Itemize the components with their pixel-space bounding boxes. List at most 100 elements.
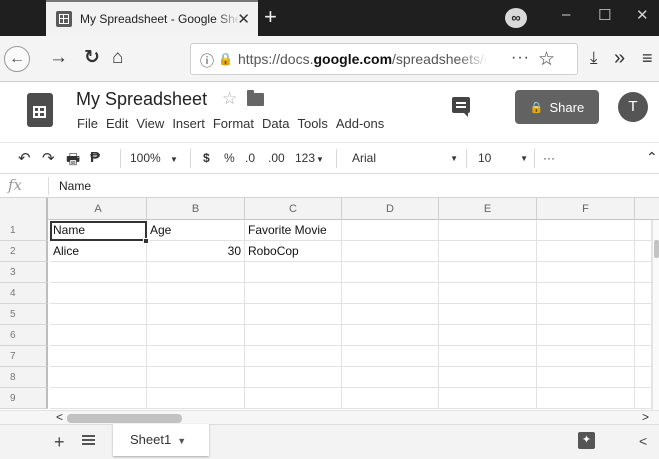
site-info-icon[interactable]: ⓘ [200, 51, 214, 71]
row-header-8[interactable]: 8 [0, 367, 48, 388]
cell-c7[interactable] [245, 346, 342, 367]
cell-a4[interactable] [50, 283, 147, 304]
row-header-3[interactable]: 3 [0, 262, 48, 283]
print-icon[interactable]: 🖶 [66, 149, 80, 174]
download-icon[interactable]: ⤓ [590, 48, 598, 68]
cell-c9[interactable] [245, 388, 342, 409]
select-all-corner[interactable] [0, 198, 48, 220]
row-header-7[interactable]: 7 [0, 346, 48, 367]
cell-g7[interactable] [635, 346, 652, 367]
row-header-5[interactable]: 5 [0, 304, 48, 325]
browser-tab[interactable]: My Spreadsheet - Google Sheets ✕ [46, 0, 258, 36]
more-formats-select[interactable]: 123▼ [295, 151, 324, 165]
sheets-logo-icon[interactable] [27, 93, 53, 127]
cell-g1[interactable] [635, 220, 652, 241]
comments-icon[interactable] [452, 97, 470, 117]
cell-e3[interactable] [439, 262, 537, 283]
account-avatar[interactable]: T [618, 92, 648, 122]
sheet-tab-sheet1[interactable]: Sheet1 ▼ [113, 424, 209, 456]
close-window-button[interactable]: ✕ [636, 6, 649, 24]
cell-c3[interactable] [245, 262, 342, 283]
cell-d7[interactable] [342, 346, 439, 367]
back-arrow-icon[interactable]: ← [4, 46, 30, 72]
cell-f5[interactable] [537, 304, 635, 325]
font-select[interactable]: Arial ▼ [352, 151, 458, 165]
cell-e8[interactable] [439, 367, 537, 388]
cell-b6[interactable] [147, 325, 245, 346]
folder-icon[interactable] [247, 90, 264, 106]
cell-b3[interactable] [147, 262, 245, 283]
cell-c4[interactable] [245, 283, 342, 304]
menu-tools[interactable]: Tools [297, 116, 327, 131]
cell-f7[interactable] [537, 346, 635, 367]
cell-a9[interactable] [50, 388, 147, 409]
cell-c5[interactable] [245, 304, 342, 325]
page-actions-icon[interactable]: ··· [511, 49, 530, 67]
menu-insert[interactable]: Insert [172, 116, 205, 131]
undo-icon[interactable]: ↶ [18, 149, 31, 167]
column-header-e[interactable]: E [439, 198, 537, 220]
row-header-9[interactable]: 9 [0, 388, 48, 409]
horizontal-scrollbar-thumb[interactable] [67, 414, 182, 423]
cell-a6[interactable] [50, 325, 147, 346]
zoom-select[interactable]: 100% ▼ [130, 151, 178, 165]
cell-f1[interactable] [537, 220, 635, 241]
chevron-double-right-icon[interactable]: » [614, 48, 625, 68]
cell-b2[interactable]: 30 [147, 241, 245, 262]
fill-handle[interactable] [143, 238, 149, 244]
all-sheets-list-icon[interactable] [82, 435, 95, 446]
cell-g4[interactable] [635, 283, 652, 304]
scroll-right-icon[interactable]: > [642, 410, 649, 424]
menu-file[interactable]: File [77, 116, 98, 131]
cell-b4[interactable] [147, 283, 245, 304]
scroll-left-icon[interactable]: < [56, 410, 63, 424]
cell-e9[interactable] [439, 388, 537, 409]
cell-d3[interactable] [342, 262, 439, 283]
cell-e1[interactable] [439, 220, 537, 241]
column-header-f[interactable]: F [537, 198, 635, 220]
cell-d4[interactable] [342, 283, 439, 304]
home-icon[interactable]: ⌂ [112, 48, 123, 68]
menu-format[interactable]: Format [213, 116, 254, 131]
horizontal-scrollbar[interactable]: < > [50, 410, 659, 424]
menu-data[interactable]: Data [262, 116, 289, 131]
row-header-4[interactable]: 4 [0, 283, 48, 304]
cell-a5[interactable] [50, 304, 147, 325]
minimize-button[interactable]: – [562, 6, 570, 23]
cell-c6[interactable] [245, 325, 342, 346]
tab-close-icon[interactable]: ✕ [237, 10, 250, 28]
cell-e4[interactable] [439, 283, 537, 304]
cell-d2[interactable] [342, 241, 439, 262]
cell-d9[interactable] [342, 388, 439, 409]
column-header-b[interactable]: B [147, 198, 245, 220]
share-button[interactable]: 🔒 Share [515, 90, 599, 124]
cell-a1[interactable]: Name [50, 220, 147, 241]
new-tab-button[interactable]: + [264, 4, 277, 30]
cell-a3[interactable] [50, 262, 147, 283]
cell-g3[interactable] [635, 262, 652, 283]
vertical-scrollbar-thumb[interactable] [654, 240, 659, 258]
more-options-button[interactable]: ··· [543, 151, 555, 165]
cell-b9[interactable] [147, 388, 245, 409]
cell-b7[interactable] [147, 346, 245, 367]
column-header-a[interactable]: A [50, 198, 147, 220]
chevron-down-icon[interactable]: ▼ [177, 436, 186, 446]
cell-a8[interactable] [50, 367, 147, 388]
cell-a7[interactable] [50, 346, 147, 367]
cell-g6[interactable] [635, 325, 652, 346]
row-header-6[interactable]: 6 [0, 325, 48, 346]
cell-f9[interactable] [537, 388, 635, 409]
column-header-g-partial[interactable] [635, 198, 652, 220]
cell-g9[interactable] [635, 388, 652, 409]
increase-decimals-button[interactable]: .00 [268, 151, 285, 165]
column-header-c[interactable]: C [245, 198, 342, 220]
cell-f2[interactable] [537, 241, 635, 262]
cell-f4[interactable] [537, 283, 635, 304]
cell-g5[interactable] [635, 304, 652, 325]
cell-f3[interactable] [537, 262, 635, 283]
row-header-1[interactable]: 1 [0, 220, 48, 241]
row-header-2[interactable]: 2 [0, 241, 48, 262]
cell-b1[interactable]: Age [147, 220, 245, 241]
cell-e2[interactable] [439, 241, 537, 262]
menu-edit[interactable]: Edit [106, 116, 128, 131]
